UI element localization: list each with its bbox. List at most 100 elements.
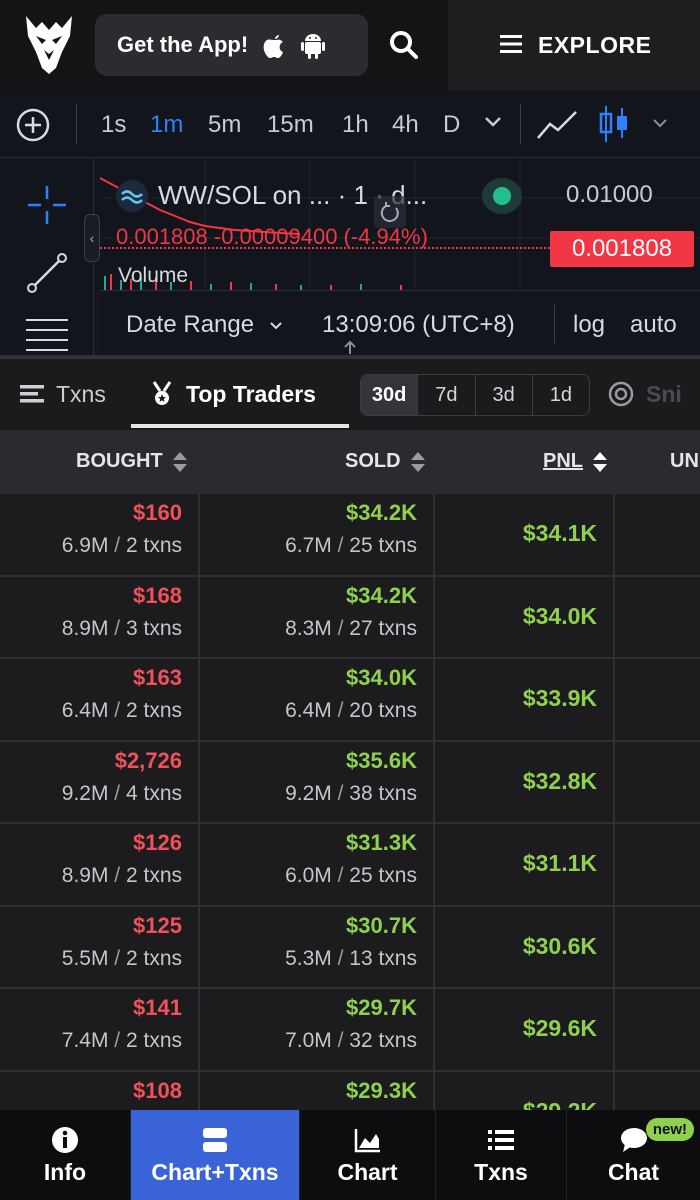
column-unrealized[interactable]: UN — [670, 450, 699, 473]
auto-scale-toggle[interactable]: auto — [630, 311, 677, 339]
pnl-value: $31.1K — [522, 850, 597, 876]
collapse-toolbar-button[interactable]: ‹ — [84, 214, 100, 262]
bought-txns: 2 txns — [125, 1029, 182, 1052]
search-icon[interactable] — [388, 28, 420, 62]
bought-usd: $2,726 — [114, 747, 182, 773]
table-row[interactable]: $168 8.9M / 3 txns $34.2K 8.3M / 27 txns $… — [0, 576, 700, 659]
fib-tool-icon[interactable] — [24, 316, 70, 356]
bought-cell: $108 — [0, 1071, 200, 1110]
table-row[interactable]: $163 6.4M / 2 txns $34.0K 6.4M / 20 txns $… — [0, 659, 700, 742]
sort-icon — [593, 451, 607, 473]
pnl-value: $34.0K — [522, 602, 597, 629]
nav-chart-txns[interactable]: Chart+Txns — [131, 1110, 300, 1200]
bought-cell: $168 8.9M / 3 txns — [0, 576, 200, 657]
line-chart-icon[interactable] — [536, 106, 580, 142]
chevron-left-icon: ‹ — [89, 230, 95, 246]
add-indicator-icon[interactable] — [16, 108, 50, 142]
column-bought-label: BOUGHT — [76, 450, 163, 472]
column-pnl[interactable]: PNL — [543, 450, 607, 473]
nav-chart-label: Chart — [337, 1158, 398, 1185]
table-row[interactable]: $125 5.5M / 2 txns $30.7K 5.3M / 13 txns $… — [0, 906, 700, 989]
bought-cell: $2,726 9.2M / 4 txns — [0, 741, 200, 822]
nav-txns-label: Txns — [474, 1158, 528, 1185]
tab-snipers[interactable]: Sni — [608, 359, 682, 429]
range-1d[interactable]: 1d — [533, 375, 589, 415]
timeframe-15m[interactable]: 15m — [267, 111, 314, 139]
pnl-cell: $34.1K — [435, 494, 615, 575]
tab-snipers-label: Sni — [646, 380, 682, 407]
column-bought[interactable]: BOUGHT — [76, 450, 187, 473]
sold-usd: $29.7K — [346, 995, 417, 1020]
bought-txns: 2 txns — [125, 864, 182, 887]
tab-txns-label: Txns — [56, 380, 106, 407]
top-bar: Get the App! EXPLORE — [0, 0, 700, 90]
bought-usd: $163 — [133, 665, 182, 690]
table-row[interactable]: $160 6.9M / 2 txns $34.2K 6.7M / 25 txns $… — [0, 494, 700, 577]
bottom-nav: Info Chart+Txns Chart Txns Chat new! — [0, 1110, 700, 1200]
range-7d[interactable]: 7d — [418, 375, 476, 415]
sold-tokens: 6.4M — [285, 699, 332, 722]
chart-time[interactable]: 13:09:06 (UTC+8) — [322, 311, 515, 339]
nav-chart[interactable]: Chart — [300, 1110, 436, 1200]
apple-icon — [263, 35, 284, 58]
crosshair-icon[interactable] — [26, 184, 68, 226]
timeframe-1h[interactable]: 1h — [342, 111, 369, 139]
chart-bottom-bar: Date Range 13:09:06 (UTC+8) log auto — [100, 290, 700, 356]
bought-tokens: 8.9M — [61, 864, 109, 887]
explore-button[interactable]: EXPLORE — [448, 0, 700, 90]
range-30d[interactable]: 30d — [361, 375, 419, 415]
timeframe-1s[interactable]: 1s — [101, 111, 126, 139]
tab-top-traders[interactable]: Top Traders — [150, 359, 316, 429]
nav-chat-label: Chat — [607, 1158, 660, 1185]
date-range-button[interactable]: Date Range — [126, 311, 283, 339]
divider — [76, 104, 77, 144]
table-row[interactable]: $141 7.4M / 2 txns $29.7K 7.0M / 32 txns $… — [0, 989, 700, 1072]
trend-line-icon[interactable] — [26, 252, 68, 294]
sold-txns: 25 txns — [349, 864, 417, 887]
tab-txns[interactable]: Txns — [20, 359, 106, 429]
bought-usd: $125 — [133, 912, 182, 938]
column-unrealized-label: UN — [670, 450, 699, 472]
bought-detail: 8.9M / 2 txns — [61, 864, 182, 887]
table-row[interactable]: $126 8.9M / 2 txns $31.3K 6.0M / 25 txns $… — [0, 824, 700, 907]
bought-txns: 4 txns — [125, 781, 182, 805]
log-scale-toggle[interactable]: log — [573, 311, 605, 339]
chevron-down-icon[interactable] — [484, 116, 502, 128]
sold-usd: $34.2K — [346, 582, 417, 608]
menu-icon — [500, 35, 522, 53]
column-sold[interactable]: SOLD — [345, 450, 425, 473]
candlestick-icon[interactable] — [598, 104, 630, 144]
price-change: 0.001808 -0.00009400 (-4.94%) — [116, 224, 428, 249]
sold-cell: $29.7K 7.0M / 32 txns — [200, 989, 435, 1070]
timeframe-4h[interactable]: 4h — [392, 111, 419, 139]
sold-cell: $34.2K 6.7M / 25 txns — [200, 494, 435, 575]
divider — [520, 104, 521, 144]
timeframe-1m[interactable]: 1m — [150, 111, 183, 139]
eagle-logo-icon[interactable] — [22, 12, 76, 76]
bought-detail: 8.9M / 3 txns — [61, 616, 182, 640]
chevron-down-icon[interactable] — [652, 118, 668, 129]
range-3d[interactable]: 3d — [476, 375, 533, 415]
nav-info[interactable]: Info — [0, 1110, 131, 1200]
live-status-dot — [482, 178, 522, 214]
nav-chat[interactable]: Chat new! — [567, 1110, 700, 1200]
new-badge: new! — [645, 1118, 694, 1141]
table-row[interactable]: $2,726 9.2M / 4 txns $35.6K 9.2M / 38 txns… — [0, 741, 700, 824]
bought-usd: $126 — [133, 830, 182, 855]
sold-txns: 38 txns — [349, 781, 417, 805]
token-icon — [116, 180, 148, 212]
get-app-label: Get the App! — [117, 32, 249, 57]
pnl-value: $34.1K — [522, 520, 597, 546]
get-app-button[interactable]: Get the App! — [95, 14, 368, 76]
sold-txns: 13 txns — [349, 946, 417, 970]
table-row[interactable]: $108 $29.3K $29.2K — [0, 1071, 700, 1110]
sold-usd: $35.6K — [346, 747, 417, 773]
sold-detail: 5.3M / 13 txns — [285, 946, 417, 970]
timeframe-5m[interactable]: 5m — [208, 111, 241, 139]
sold-tokens: 6.0M — [285, 864, 332, 887]
sold-usd: $34.2K — [346, 500, 417, 525]
timeframe-d[interactable]: D — [443, 111, 460, 139]
nav-txns[interactable]: Txns — [436, 1110, 567, 1200]
bought-txns: 3 txns — [125, 616, 182, 640]
table-header: BOUGHT SOLD PNL UN — [0, 430, 700, 494]
